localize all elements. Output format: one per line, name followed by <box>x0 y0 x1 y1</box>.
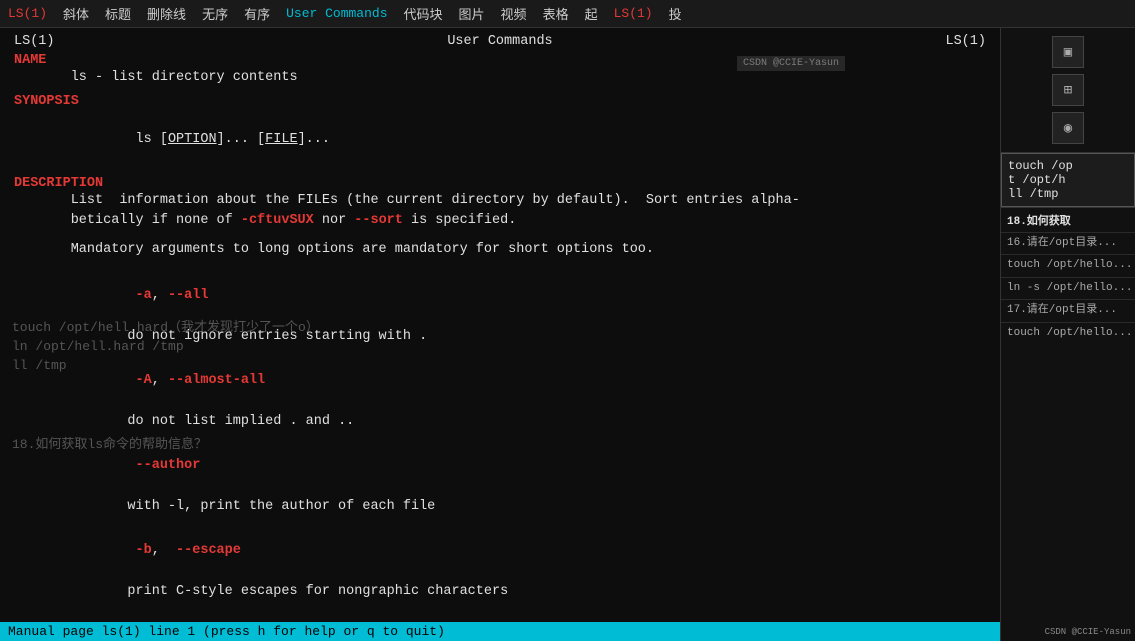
opt-a: -a <box>79 288 152 303</box>
man-page-overlay: LS(1) User Commands LS(1) CSDN @CCIE-Yas… <box>0 28 1000 622</box>
nav-item-tou[interactable]: 投 <box>669 4 682 23</box>
right-sidebar: ▣ ⊞ ◉ touch /op t /opt/h ll /tmp 18.如何获取… <box>1000 28 1135 641</box>
opt-almost-all: --almost-all <box>168 373 265 388</box>
csdn-watermark-bottom: CSDN @CCIE-Yasun <box>1045 627 1131 637</box>
man-title-right: LS(1) <box>945 34 986 49</box>
opt4-name: -b, --escape <box>14 521 986 582</box>
csdn-watermark: CSDN @CCIE-Yasun <box>737 56 845 71</box>
opt-escape: --escape <box>176 543 241 558</box>
section-description-label: DESCRIPTION <box>14 176 986 191</box>
opt2-name: -A, --almost-all <box>14 351 986 412</box>
sidebar-link-17-title[interactable]: 17.请在/opt目录... <box>1001 299 1135 321</box>
and-word: and <box>306 414 330 429</box>
sidebar-link-16-touch[interactable]: touch /opt/hello... <box>1001 254 1135 276</box>
nav-item-ls1-right[interactable]: LS(1) <box>614 6 653 21</box>
opt4-desc: print C-style escapes for nongraphic cha… <box>14 582 986 602</box>
opt-all: --all <box>168 288 209 303</box>
opt-A: -A <box>136 373 152 388</box>
nav-item-qi[interactable]: 起 <box>585 4 598 23</box>
synopsis-file: FILE <box>265 132 297 147</box>
spacer1 <box>14 232 986 240</box>
synopsis-option: OPTION <box>168 132 217 147</box>
opt1-desc: do not ignore entries starting with . <box>14 327 986 347</box>
sidebar-icon-1[interactable]: ▣ <box>1052 36 1084 68</box>
sidebar-section-18: 18.如何获取 <box>1001 207 1135 232</box>
man-title-center: User Commands <box>447 34 552 49</box>
nav-item-ls1-left[interactable]: LS(1) <box>8 6 47 21</box>
synopsis-line: ls [OPTION]... [FILE]... <box>14 109 986 170</box>
terminal: touch /opt/hell.hard（我才发现打少了一个o） ln /opt… <box>0 28 1000 641</box>
opt3-name: --author <box>14 436 986 497</box>
man-title-left: LS(1) <box>14 34 55 49</box>
section-synopsis-label: SYNOPSIS <box>14 94 986 109</box>
sidebar-icon-group: ▣ ⊞ ◉ <box>1001 28 1135 153</box>
nav-item-table[interactable]: 表格 <box>543 4 569 23</box>
top-nav: LS(1) 斜体 标题 删除线 无序 有序 User Commands 代码块 … <box>0 0 1135 28</box>
nav-item-image[interactable]: 图片 <box>459 4 485 23</box>
opt2-desc: do not list implied . and .. <box>14 412 986 432</box>
sidebar-link-17-touch[interactable]: touch /opt/hello... <box>1001 322 1135 344</box>
touch-command-block: touch /op t /opt/h ll /tmp <box>1001 153 1135 207</box>
nav-item-unordered[interactable]: 无序 <box>202 4 228 23</box>
touch-cmd-line1: touch /op <box>1008 159 1128 173</box>
sidebar-icon-2[interactable]: ⊞ <box>1052 74 1084 106</box>
opt-sort: --sort <box>354 213 403 228</box>
opt-author: --author <box>136 458 201 473</box>
nav-item-heading[interactable]: 标题 <box>105 4 131 23</box>
section-name-desc: ls - list directory contents <box>14 68 986 88</box>
touch-cmd-line2: t /opt/h <box>1008 173 1128 187</box>
sidebar-link-16-ln[interactable]: ln -s /opt/hello... <box>1001 277 1135 299</box>
touch-cmd-line3: ll /tmp <box>1008 187 1128 201</box>
desc-line1: List information about the FILEs (the cu… <box>14 191 986 211</box>
nav-item-italic[interactable]: 斜体 <box>63 4 89 23</box>
main-area: touch /opt/hell.hard（我才发现打少了一个o） ln /opt… <box>0 28 1135 641</box>
mandatory-line: Mandatory arguments to long options are … <box>14 240 986 260</box>
nav-item-code-block[interactable]: 代码块 <box>404 4 443 23</box>
opt-b: -b <box>136 543 152 558</box>
opt3-desc: with -l, print the author of each file <box>14 497 986 517</box>
opt1-name: -a, --all <box>14 266 986 327</box>
nav-item-strikethrough[interactable]: 删除线 <box>147 4 186 23</box>
nav-item-user-commands[interactable]: User Commands <box>286 6 387 21</box>
opt-cftuvSUX: -cftuvSUX <box>241 213 314 228</box>
man-title-bar: LS(1) User Commands LS(1) <box>14 34 986 49</box>
sidebar-link-16-title[interactable]: 16.请在/opt目录... <box>1001 232 1135 254</box>
sidebar-eye-icon[interactable]: ◉ <box>1052 112 1084 144</box>
desc-line2: betically if none of -cftuvSUX nor --sor… <box>14 211 986 231</box>
nav-item-video[interactable]: 视频 <box>501 4 527 23</box>
nav-item-ordered[interactable]: 有序 <box>244 4 270 23</box>
